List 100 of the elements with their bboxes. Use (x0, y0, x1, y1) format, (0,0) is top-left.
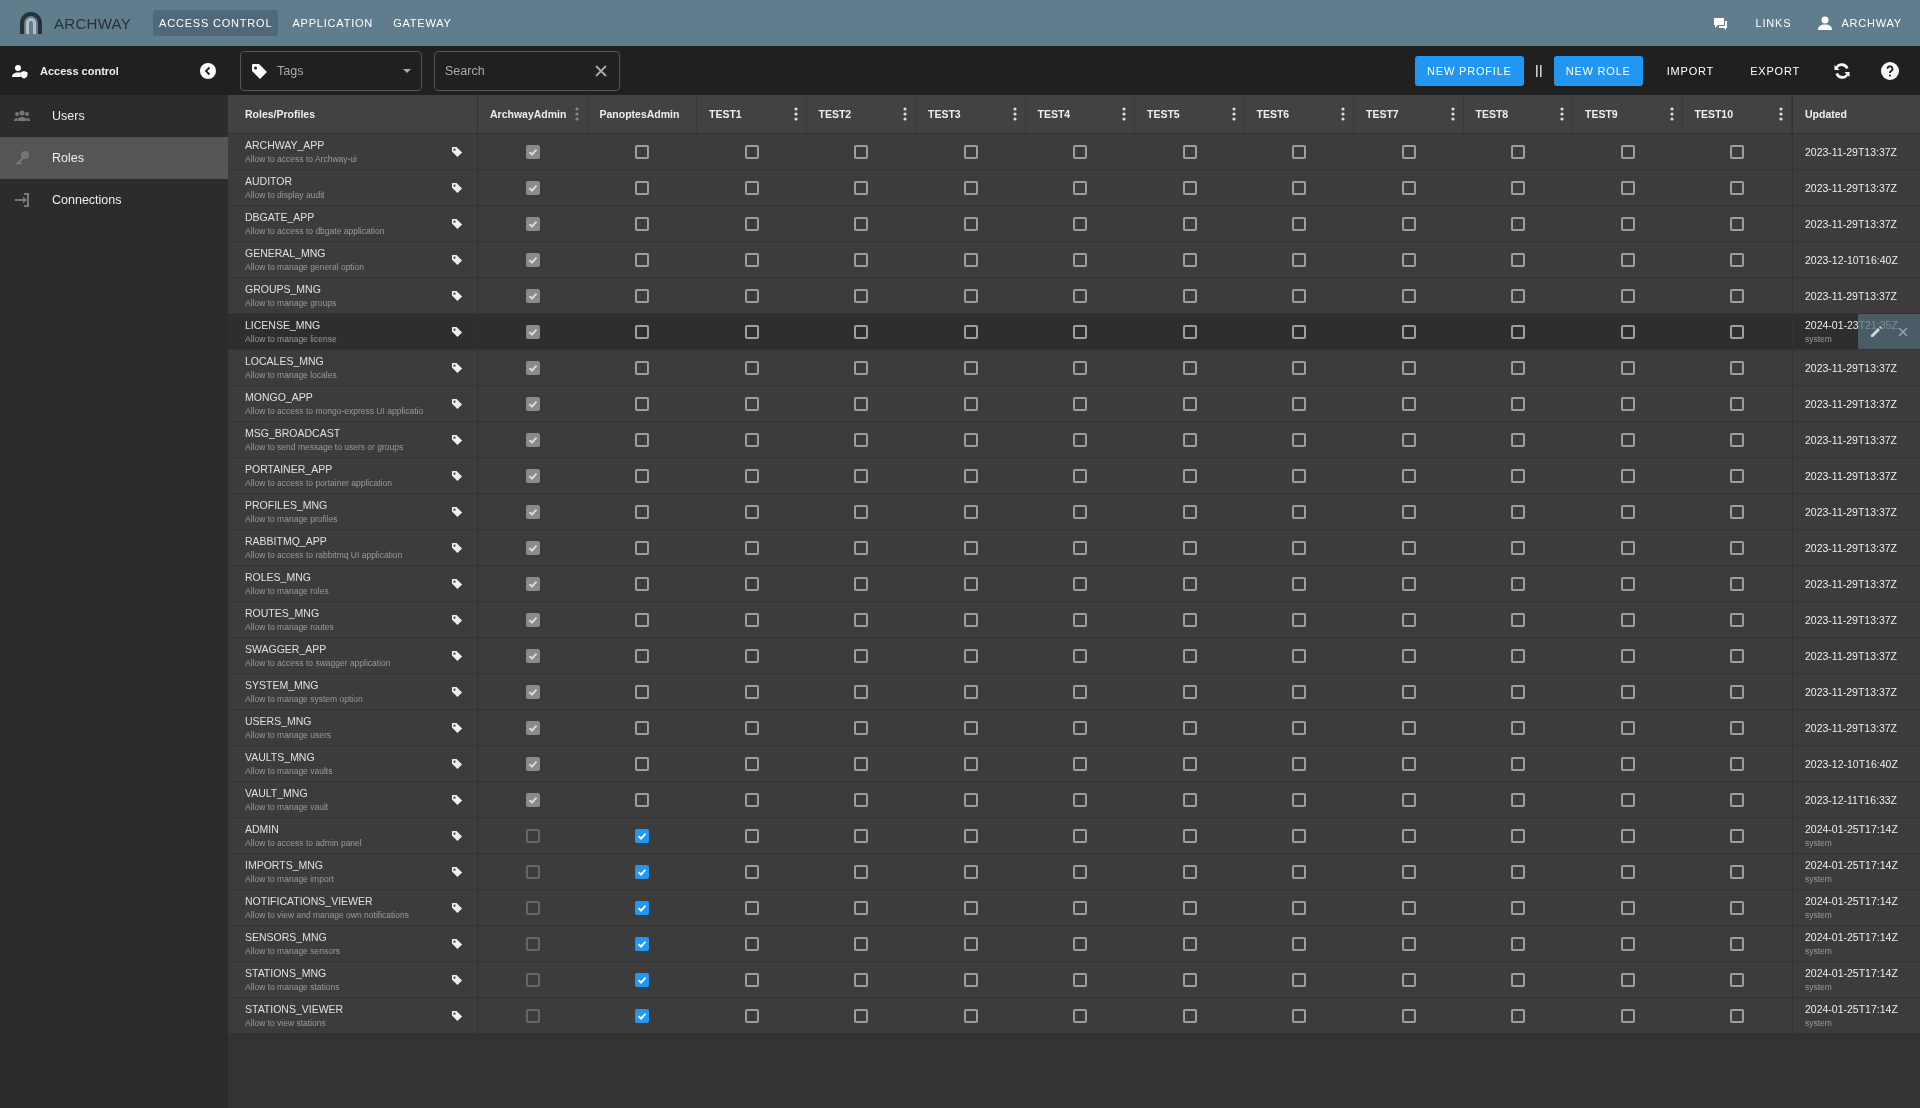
checkbox[interactable] (744, 792, 759, 807)
tag-icon[interactable] (451, 901, 463, 914)
checkbox[interactable] (963, 540, 978, 555)
checkbox[interactable] (1620, 612, 1635, 627)
checkbox[interactable] (854, 396, 869, 411)
checkbox[interactable] (854, 252, 869, 267)
checkbox[interactable] (1182, 288, 1197, 303)
checkbox[interactable] (1511, 792, 1526, 807)
checkbox[interactable] (963, 720, 978, 735)
tag-icon[interactable] (451, 577, 463, 590)
checkbox[interactable] (744, 432, 759, 447)
checkbox[interactable] (1620, 324, 1635, 339)
checkbox[interactable] (1292, 1008, 1307, 1023)
checkbox[interactable] (1730, 252, 1745, 267)
checkbox[interactable] (1401, 612, 1416, 627)
checkbox[interactable] (1401, 756, 1416, 771)
checkbox[interactable] (1730, 648, 1745, 663)
checkbox[interactable] (1182, 936, 1197, 951)
checkbox[interactable] (744, 540, 759, 555)
tag-icon[interactable] (451, 433, 463, 446)
checkbox[interactable] (1182, 720, 1197, 735)
checkbox[interactable] (1620, 1008, 1635, 1023)
checkbox[interactable] (1511, 252, 1526, 267)
checkbox[interactable] (635, 648, 650, 663)
checkbox[interactable] (1730, 1008, 1745, 1023)
checkbox[interactable] (854, 468, 869, 483)
checkbox[interactable] (1620, 180, 1635, 195)
checkbox[interactable] (1292, 756, 1307, 771)
checkbox[interactable] (854, 612, 869, 627)
checkbox[interactable] (744, 612, 759, 627)
text-button[interactable]: IMPORT (1654, 55, 1727, 86)
links-link[interactable]: LINKS (1755, 17, 1792, 29)
checkbox[interactable] (1511, 468, 1526, 483)
checkbox[interactable] (854, 1008, 869, 1023)
checkbox[interactable] (1292, 864, 1307, 879)
checkbox[interactable] (1073, 288, 1088, 303)
more-icon[interactable] (1231, 107, 1236, 121)
checkbox[interactable] (1511, 756, 1526, 771)
checkbox[interactable] (1182, 648, 1197, 663)
checkbox[interactable] (1730, 612, 1745, 627)
checkbox[interactable] (1182, 612, 1197, 627)
tag-icon[interactable] (451, 325, 463, 338)
sidebar-item[interactable]: Connections (0, 179, 228, 221)
checkbox[interactable] (1073, 1008, 1088, 1023)
checkbox[interactable] (1620, 972, 1635, 987)
new-profile-button[interactable]: NEW PROFILE (1415, 55, 1524, 86)
checkbox[interactable] (1292, 288, 1307, 303)
checkbox[interactable] (1620, 684, 1635, 699)
checkbox[interactable] (1401, 576, 1416, 591)
checkbox[interactable] (1511, 504, 1526, 519)
checkbox[interactable] (1401, 540, 1416, 555)
checkbox[interactable] (1511, 936, 1526, 951)
checkbox[interactable] (1620, 396, 1635, 411)
checkbox[interactable] (1182, 468, 1197, 483)
checkbox[interactable] (1292, 216, 1307, 231)
tag-icon[interactable] (451, 541, 463, 554)
checkbox[interactable] (1511, 864, 1526, 879)
checkbox[interactable] (1292, 972, 1307, 987)
checkbox[interactable] (1401, 324, 1416, 339)
tag-icon[interactable] (451, 397, 463, 410)
checkbox[interactable] (1730, 144, 1745, 159)
checkbox[interactable] (1401, 792, 1416, 807)
checkbox[interactable] (963, 360, 978, 375)
checkbox[interactable] (1730, 504, 1745, 519)
checkbox[interactable] (1401, 252, 1416, 267)
checkbox[interactable] (1730, 180, 1745, 195)
checkbox[interactable] (1292, 360, 1307, 375)
checkbox[interactable] (744, 252, 759, 267)
checkbox[interactable] (635, 720, 650, 735)
checkbox[interactable] (1182, 576, 1197, 591)
tag-icon[interactable] (451, 721, 463, 734)
checkbox[interactable] (744, 684, 759, 699)
checkbox[interactable] (963, 252, 978, 267)
checkbox[interactable] (963, 504, 978, 519)
checkbox[interactable] (1730, 972, 1745, 987)
checkbox[interactable] (635, 756, 650, 771)
sidebar-item[interactable]: Roles (0, 137, 228, 179)
checkbox[interactable] (963, 864, 978, 879)
checkbox[interactable] (1182, 324, 1197, 339)
checkbox[interactable] (854, 936, 869, 951)
checkbox[interactable] (1182, 540, 1197, 555)
more-icon[interactable] (1669, 107, 1674, 121)
tag-icon[interactable] (451, 757, 463, 770)
more-icon[interactable] (1779, 107, 1783, 121)
checkbox[interactable] (1182, 828, 1197, 843)
checkbox[interactable] (1620, 504, 1635, 519)
checkbox[interactable] (635, 144, 650, 159)
checkbox[interactable] (1730, 936, 1745, 951)
checkbox[interactable] (744, 828, 759, 843)
checkbox[interactable] (1401, 1008, 1416, 1023)
checkbox[interactable] (635, 1008, 650, 1023)
checkbox[interactable] (963, 828, 978, 843)
checkbox[interactable] (1730, 756, 1745, 771)
checkbox[interactable] (963, 1008, 978, 1023)
checkbox[interactable] (635, 396, 650, 411)
checkbox[interactable] (1073, 792, 1088, 807)
checkbox[interactable] (854, 288, 869, 303)
checkbox[interactable] (1730, 360, 1745, 375)
checkbox[interactable] (854, 432, 869, 447)
checkbox[interactable] (1511, 1008, 1526, 1023)
